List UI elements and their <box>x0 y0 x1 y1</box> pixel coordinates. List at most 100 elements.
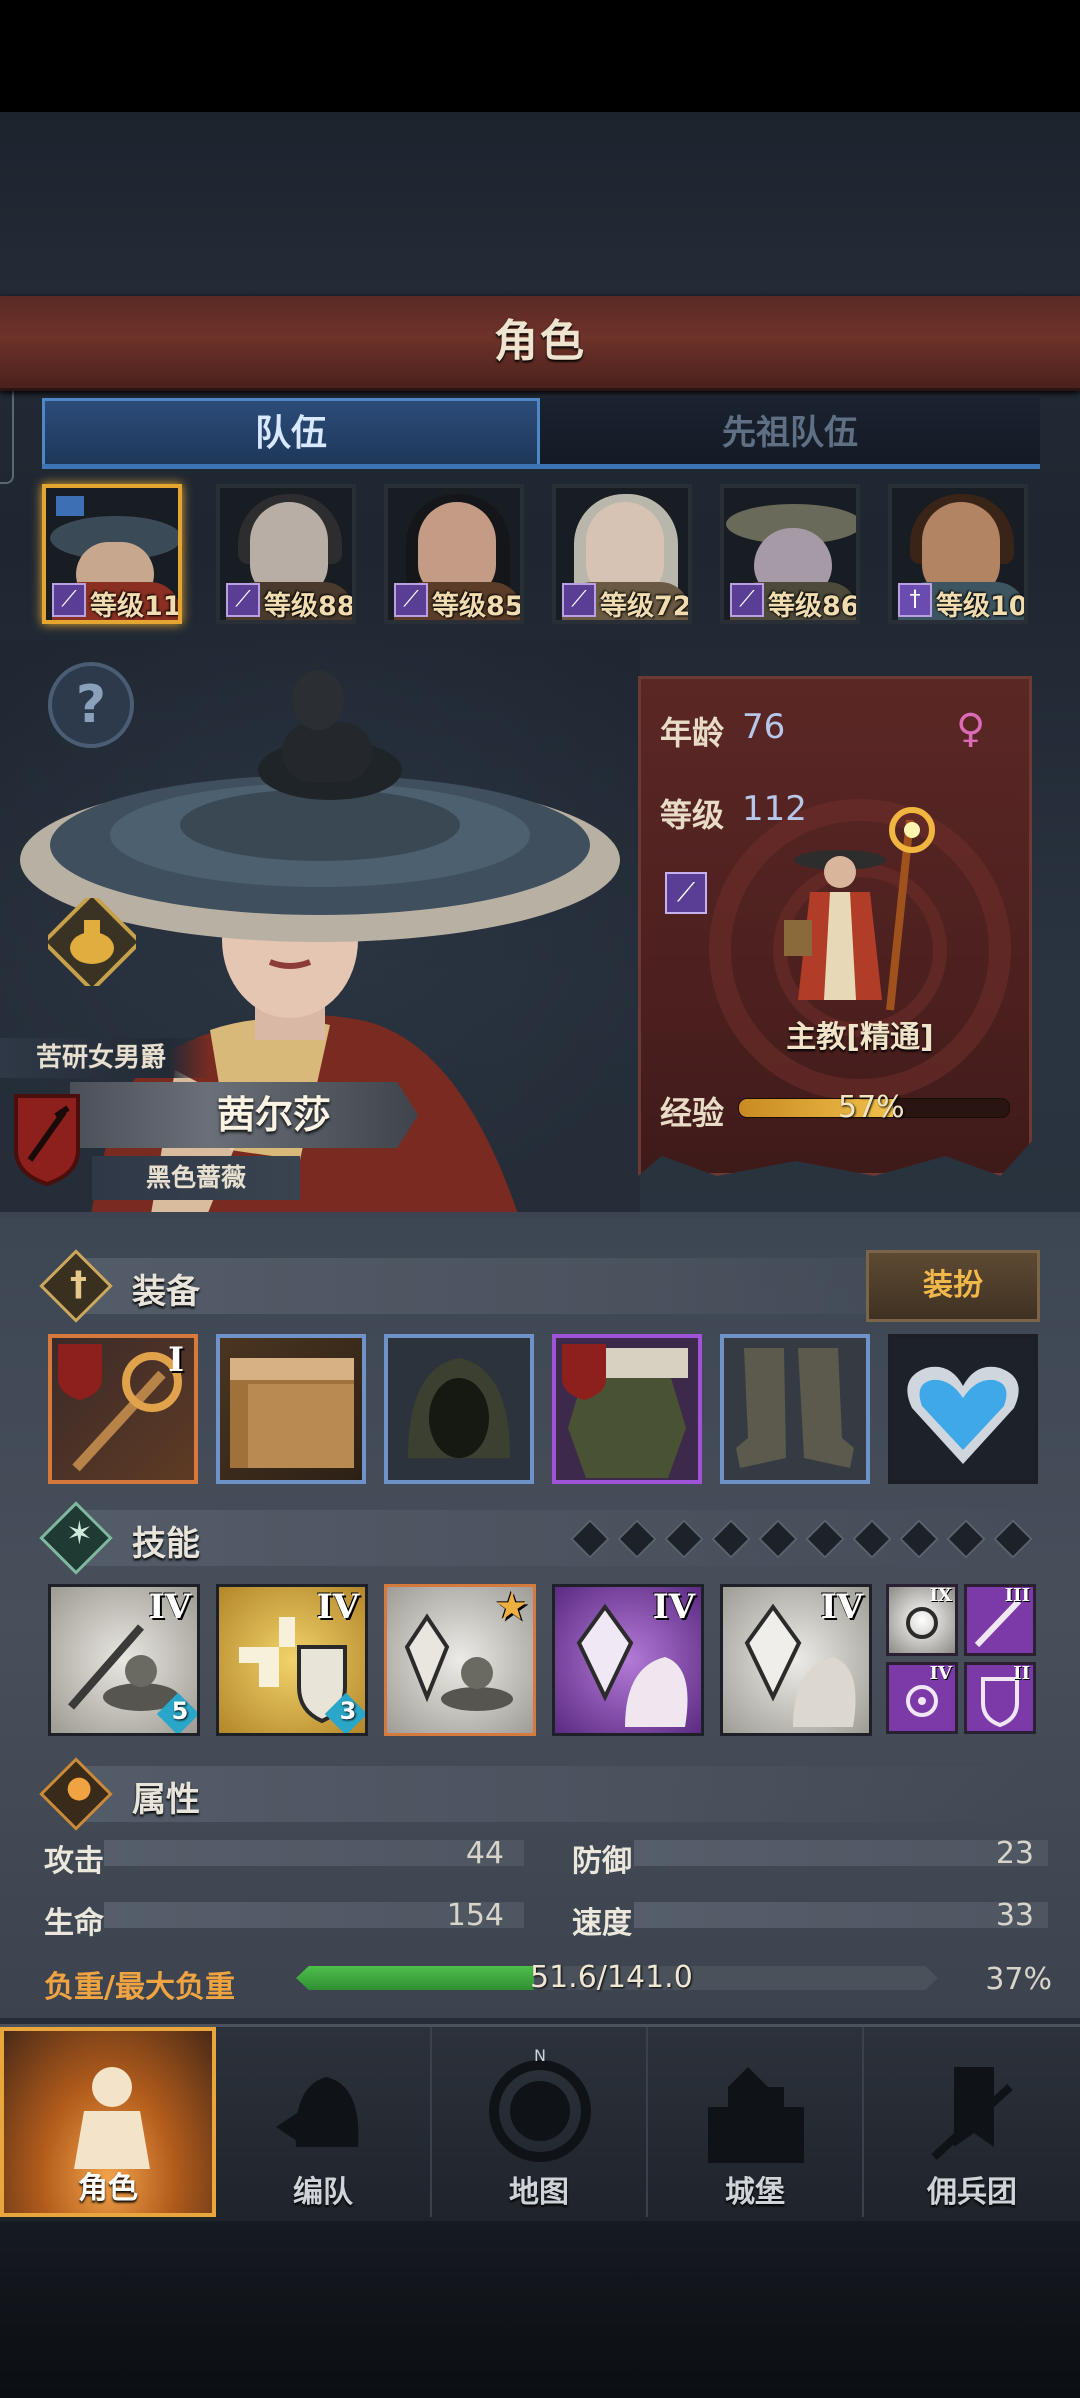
load-fill <box>296 1966 534 1990</box>
dagger-glyph: † <box>70 1264 87 1304</box>
team-member-5[interactable]: ⟋ 等级86 <box>720 484 860 624</box>
attributes-title: 属性 <box>132 1780 200 1820</box>
skill-slot-diamond <box>805 1519 845 1559</box>
knight-icon <box>74 2067 150 2169</box>
passive-rank: II <box>1013 1663 1030 1684</box>
help-button[interactable]: ? <box>48 662 134 748</box>
skill-rank: IV <box>316 1587 359 1627</box>
tab-team-label: 队伍 <box>254 413 327 454</box>
skill-1[interactable]: IV 5 <box>48 1584 200 1736</box>
equipment-title: 装备 <box>132 1272 200 1312</box>
class-name: 主教[精通] <box>786 1020 934 1055</box>
load-value: 51.6/141.0 <box>530 1960 693 1995</box>
skill-2[interactable]: IV 3 <box>216 1584 368 1736</box>
nav-castle-label: 城堡 <box>725 2175 785 2210</box>
staff-icon: ⟋ <box>562 583 596 617</box>
staff-icon: ⟋ <box>730 583 764 617</box>
skill-rank: ★ <box>496 1587 527 1627</box>
skill-3[interactable]: ★ <box>384 1584 536 1736</box>
stat-defense-label: 防御 <box>572 1844 632 1879</box>
hero-name-plate[interactable]: 茜尔莎 <box>70 1082 418 1148</box>
nav-mercenary[interactable]: 佣兵团 <box>864 2027 1080 2217</box>
page-title: 角色 <box>494 316 586 367</box>
nav-map-label: 地图 <box>509 2175 569 2210</box>
compass-map-icon: N <box>489 2047 591 2162</box>
staff-icon: ⟋ <box>226 583 260 617</box>
skill-slot-indicators <box>570 1519 1040 1559</box>
tab-team[interactable]: 队伍 <box>42 398 540 468</box>
passive-skill-4[interactable]: II <box>964 1662 1036 1734</box>
passive-skill-1[interactable]: IX <box>886 1584 958 1656</box>
armor-icon <box>562 1344 688 1478</box>
potion-button[interactable] <box>48 898 136 986</box>
member-level: 等级102 <box>936 591 1028 622</box>
equip-slot-offhand[interactable] <box>216 1334 366 1484</box>
nav-castle[interactable]: 城堡 <box>648 2027 864 2217</box>
skill-4[interactable]: IV <box>552 1584 704 1736</box>
star-glyph: ✶ <box>66 1514 93 1552</box>
stat-defense-value: 23 <box>995 1836 1034 1871</box>
team-member-6[interactable]: † 等级102 <box>888 484 1028 624</box>
age-label: 年龄 <box>660 714 725 752</box>
hero-subtitle-plate: 黑色蔷薇 <box>92 1156 300 1200</box>
hero-name: 茜尔莎 <box>216 1093 331 1137</box>
passive-rank: IX <box>929 1585 952 1606</box>
staff-icon: ⟋ <box>394 583 428 617</box>
boots-icon <box>736 1348 854 1468</box>
staff-class-icon: ⟋ <box>665 872 707 914</box>
banner-icon <box>931 2067 1013 2160</box>
tab-ancestor-team[interactable]: 先祖队伍 <box>540 398 1040 468</box>
level-label: 等级 <box>660 796 725 834</box>
dress-up-button[interactable]: 装扮 <box>866 1250 1040 1322</box>
female-icon: ♀ <box>956 706 986 752</box>
equip-slot-amulet[interactable] <box>888 1334 1038 1484</box>
member-level: 等级88 <box>264 591 356 622</box>
nav-character-label: 角色 <box>78 2171 138 2206</box>
team-member-3[interactable]: ⟋ 等级85 <box>384 484 524 624</box>
passive-skill-2[interactable]: III <box>964 1584 1036 1656</box>
team-member-1[interactable]: ⟋ 等级112 <box>42 484 182 624</box>
member-level: 等级72 <box>600 591 692 622</box>
equip-slot-weapon[interactable]: I <box>48 1334 198 1484</box>
skill-rank: IV <box>820 1587 863 1627</box>
skill-count: 3 <box>339 1697 357 1725</box>
skill-rank: IV <box>652 1587 695 1627</box>
exp-percent: 57% <box>838 1090 905 1125</box>
passive-skill-3[interactable]: IV <box>886 1662 958 1734</box>
stat-speed-label: 速度 <box>572 1906 632 1941</box>
flag-icon <box>56 496 84 516</box>
hero-title: 苦研女男爵 <box>36 1043 167 1073</box>
equip-slot-boots[interactable] <box>720 1334 870 1484</box>
skill-rank: IV <box>148 1587 191 1627</box>
team-member-2[interactable]: ⟋ 等级88 <box>216 484 356 624</box>
skill-slot-diamond <box>664 1519 704 1559</box>
book-icon <box>230 1358 354 1468</box>
bishop-figure <box>784 807 935 1011</box>
stat-attack-label: 攻击 <box>44 1844 104 1879</box>
stat-attack-value: 44 <box>465 1836 504 1871</box>
status-bar-area <box>0 0 1080 112</box>
skill-slot-diamond <box>711 1519 751 1559</box>
nav-character[interactable]: 角色 <box>0 2027 216 2217</box>
equip-slot-armor[interactable] <box>552 1334 702 1484</box>
stat-speed-value: 33 <box>995 1898 1034 1933</box>
svg-text:N: N <box>534 2047 546 2065</box>
team-member-4[interactable]: ⟋ 等级72 <box>552 484 692 624</box>
person-glyph: ● <box>66 1770 93 1805</box>
hero-title-plate: 苦研女男爵 <box>0 1038 210 1078</box>
nav-map[interactable]: N 地图 <box>432 2027 648 2217</box>
member-level: 等级112 <box>90 591 182 622</box>
tab-ancestor-team-label: 先祖队伍 <box>722 413 858 453</box>
passive-rank: IV <box>929 1663 952 1684</box>
nav-formation[interactable]: 编队 <box>216 2027 432 2217</box>
equip-slot-head[interactable] <box>384 1334 534 1484</box>
skill-5[interactable]: IV <box>720 1584 872 1736</box>
member-level: 等级86 <box>768 591 860 622</box>
load-label: 负重/最大负重 <box>44 1970 235 2005</box>
bottom-band <box>0 2215 1080 2398</box>
slot-numeral: I <box>168 1340 184 1380</box>
age-value: 76 <box>742 707 786 747</box>
skills-title: 技能 <box>132 1524 200 1564</box>
stat-hp-value: 154 <box>446 1898 504 1933</box>
heart-amulet-icon <box>907 1366 1019 1464</box>
